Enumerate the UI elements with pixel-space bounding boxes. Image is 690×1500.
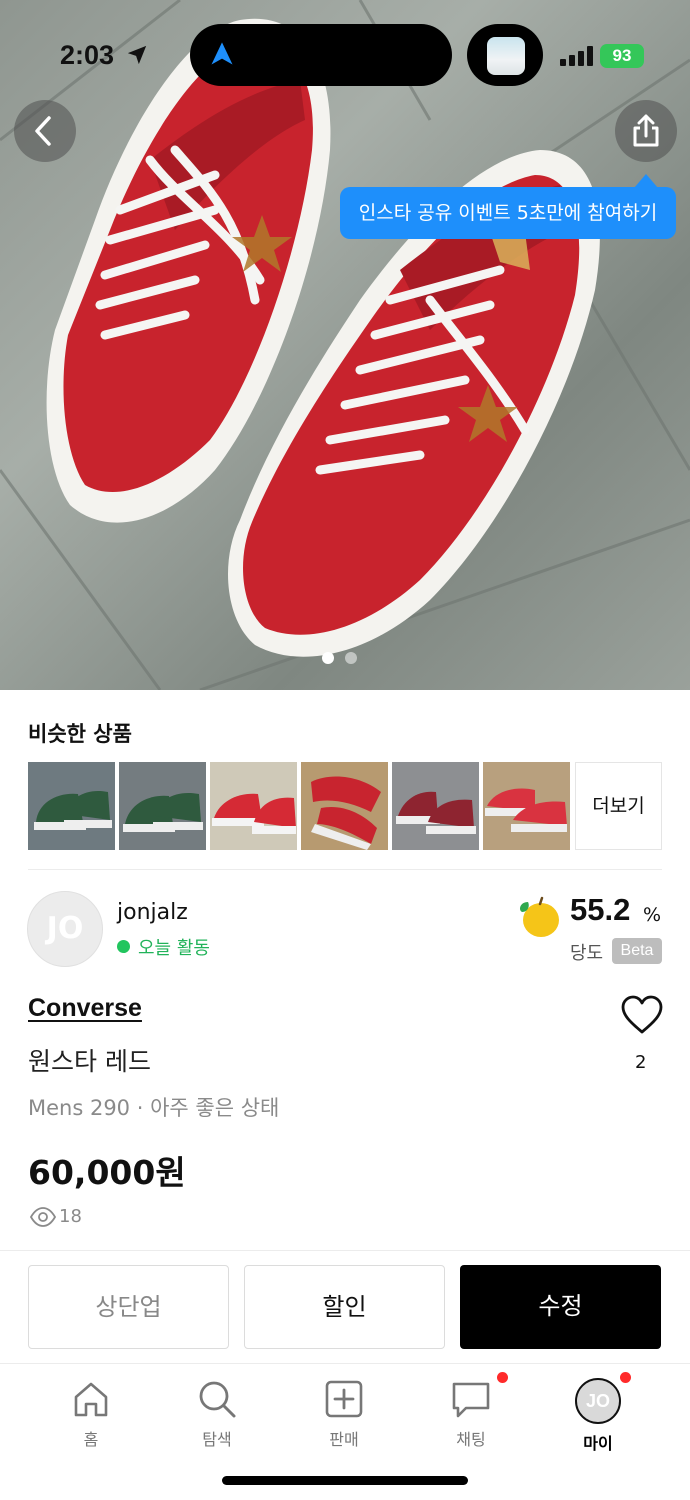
pagination-dot-active[interactable] [322,652,334,664]
active-status-dot [117,940,130,953]
view-count: 18 [59,1206,82,1227]
tab-label: 탐색 [202,1430,232,1449]
share-button[interactable] [615,100,677,162]
product-meta: Mens 290 · 아주 좋은 상태 [28,1096,280,1120]
similar-product-image [483,762,570,850]
share-icon [633,114,659,147]
back-button[interactable] [14,100,76,162]
tab-chat[interactable]: 채팅 [426,1378,516,1458]
pagination-dot[interactable] [345,652,358,664]
tab-label: 판매 [329,1430,359,1449]
tab-label: 마이 [583,1434,613,1453]
similar-product-image [119,762,206,850]
seller-activity: 오늘 활동 [138,938,210,959]
divider [28,869,662,870]
similar-product-thumb[interactable] [28,762,115,850]
seller-name[interactable]: jonjalz [117,900,188,925]
edit-button[interactable]: 수정 [460,1265,661,1349]
home-indicator [222,1476,468,1485]
similar-product-image [392,762,479,850]
similar-product-thumb[interactable] [392,762,479,850]
bump-button[interactable]: 상단업 [28,1265,229,1349]
sweetness-value: 55.2 [570,892,631,927]
like-count: 2 [635,1052,647,1073]
similar-product-thumb[interactable] [301,762,388,850]
beta-badge: Beta [612,938,662,964]
cellular-signal-icon [560,46,593,66]
status-bar: 2:03 93 [0,0,690,110]
chevron-left-icon [35,116,51,146]
tab-sell[interactable]: 판매 [299,1378,389,1458]
tab-label: 홈 [83,1430,99,1449]
product-name: 원스타 레드 [28,1047,151,1076]
tab-my[interactable]: JO 마이 [553,1378,643,1458]
tab-explore[interactable]: 탐색 [172,1378,262,1458]
similar-product-thumb[interactable] [119,762,206,850]
product-photo[interactable]: 2:03 93 인스타 공유 이벤트 5초만에 참여하기 [0,0,690,690]
divider [0,1250,690,1251]
discount-button[interactable]: 할인 [244,1265,445,1349]
tab-label: 채팅 [456,1430,486,1449]
plus-square-icon [325,1380,363,1418]
sweetness-label: 당도 [570,943,604,964]
tab-home[interactable]: 홈 [46,1378,136,1458]
home-icon [74,1382,108,1417]
similar-product-thumb[interactable] [483,762,570,850]
divider [0,1363,690,1364]
my-notification-badge [620,1372,631,1383]
similar-product-image [210,762,297,850]
similar-product-thumb[interactable] [210,762,297,850]
chat-icon [452,1382,490,1418]
sweetness-apple-icon [520,896,559,937]
image-pagination [322,649,363,664]
similar-product-image [28,762,115,850]
heart-icon[interactable] [620,994,664,1036]
avatar-icon: JO [575,1378,621,1424]
navigation-arrow-icon [211,42,233,65]
brand-link[interactable]: Converse [28,994,142,1023]
similar-product-image [301,762,388,850]
instagram-share-tooltip[interactable]: 인스타 공유 이벤트 5초만에 참여하기 [340,187,676,239]
sweetness-unit: % [643,904,662,926]
media-thumbnail-icon [487,37,525,75]
battery-indicator: 93 [600,44,644,68]
similar-products-title: 비슷한 상품 [28,722,132,746]
more-similar-button[interactable]: 더보기 [575,762,662,850]
search-icon [199,1381,236,1418]
product-price: 60,000원 [28,1153,186,1192]
status-time: 2:03 [60,40,115,70]
eye-icon [30,1207,56,1227]
seller-avatar[interactable]: JO [27,891,103,967]
location-arrow-icon [127,45,147,65]
chat-notification-badge [497,1372,508,1383]
tooltip-tail [634,174,658,188]
